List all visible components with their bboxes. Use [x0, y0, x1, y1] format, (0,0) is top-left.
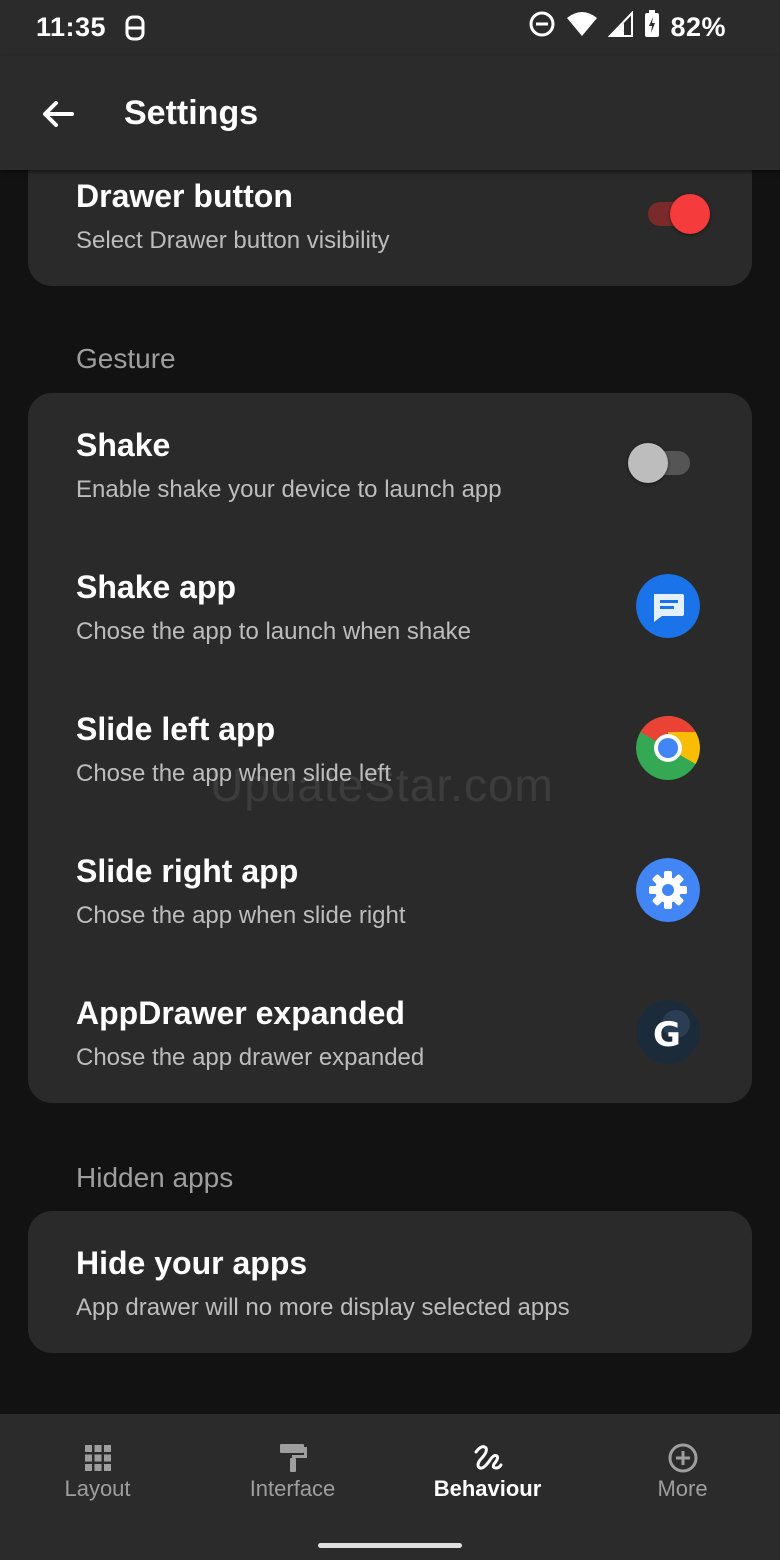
nav-layout-label: Layout [64, 1476, 131, 1501]
nav-behaviour-label: Behaviour [433, 1476, 542, 1501]
appdrawer-expanded-row[interactable]: AppDrawer expanded Chose the app drawer … [28, 961, 752, 1103]
bottom-navigation: Layout Interface Behaviour More [0, 1414, 780, 1560]
home-indicator[interactable] [318, 1543, 462, 1548]
shake-title: Shake [76, 427, 171, 463]
wifi-icon [566, 11, 598, 44]
paint-roller-icon [280, 1444, 307, 1472]
add-circle-icon [668, 1443, 698, 1473]
slide-right-app-row[interactable]: Slide right app Chose the app when slide… [28, 819, 752, 961]
status-bar: 11:35 82% [0, 0, 780, 56]
watermark: UpdateStar.com [210, 759, 554, 811]
shake-toggle[interactable] [628, 443, 694, 483]
drawer-button-subtitle: Select Drawer button visibility [76, 227, 390, 254]
arrow-back-icon [43, 101, 74, 127]
signal-icon [608, 10, 634, 44]
gesture-section-header: Gesture [76, 343, 176, 374]
nav-interface-label: Interface [249, 1476, 336, 1501]
status-time: 11:35 [36, 12, 107, 42]
notification-app-icon [124, 14, 146, 49]
page-title: Settings [124, 94, 259, 132]
chrome-app-icon[interactable] [636, 716, 700, 780]
nav-behaviour[interactable]: Behaviour [390, 1414, 585, 1524]
google-app-icon[interactable]: G [636, 1000, 700, 1064]
shake-row[interactable]: Shake Enable shake your device to launch… [28, 393, 752, 535]
gesture-settings-card: Shake Enable shake your device to launch… [28, 393, 752, 1103]
shake-app-row[interactable]: Shake app Chose the app to launch when s… [28, 535, 752, 677]
battery-percent: 82% [670, 12, 726, 42]
nav-more-label: More [657, 1476, 708, 1501]
appdrawer-expanded-subtitle: Chose the app drawer expanded [76, 1044, 425, 1071]
drawer-settings-card: Drawer button Select Drawer button visib… [28, 150, 752, 286]
slide-right-app-subtitle: Chose the app when slide right [76, 902, 406, 929]
nav-more[interactable]: More [585, 1414, 780, 1524]
slide-left-app-title: Slide left app [76, 711, 276, 747]
grid-icon [85, 1445, 111, 1471]
battery-icon [644, 10, 660, 45]
shake-app-title: Shake app [76, 569, 237, 605]
gesture-icon [474, 1445, 503, 1470]
dnd-icon [528, 10, 556, 45]
appdrawer-expanded-title: AppDrawer expanded [76, 995, 405, 1031]
messages-app-icon[interactable] [636, 574, 700, 638]
shake-app-subtitle: Chose the app to launch when shake [76, 618, 471, 645]
nav-interface[interactable]: Interface [195, 1414, 390, 1524]
drawer-button-row[interactable]: Drawer button Select Drawer button visib… [28, 150, 752, 286]
hidden-apps-card: Hide your apps App drawer will no more d… [28, 1211, 752, 1353]
hide-your-apps-subtitle: App drawer will no more display selected… [76, 1294, 570, 1321]
hide-your-apps-title: Hide your apps [76, 1245, 308, 1281]
back-button[interactable] [38, 94, 78, 134]
svg-text:G: G [653, 1015, 681, 1055]
settings-app-icon[interactable] [636, 858, 700, 922]
toggle-thumb [670, 194, 710, 234]
slide-right-app-title: Slide right app [76, 853, 299, 889]
nav-layout[interactable]: Layout [0, 1414, 195, 1524]
app-bar: Settings [0, 56, 780, 170]
hide-your-apps-row[interactable]: Hide your apps App drawer will no more d… [28, 1211, 752, 1353]
shake-subtitle: Enable shake your device to launch app [76, 476, 502, 503]
drawer-button-toggle[interactable] [644, 194, 710, 234]
drawer-button-title: Drawer button [76, 178, 293, 214]
toggle-thumb [628, 443, 668, 483]
hidden-apps-section-header: Hidden apps [76, 1162, 234, 1193]
